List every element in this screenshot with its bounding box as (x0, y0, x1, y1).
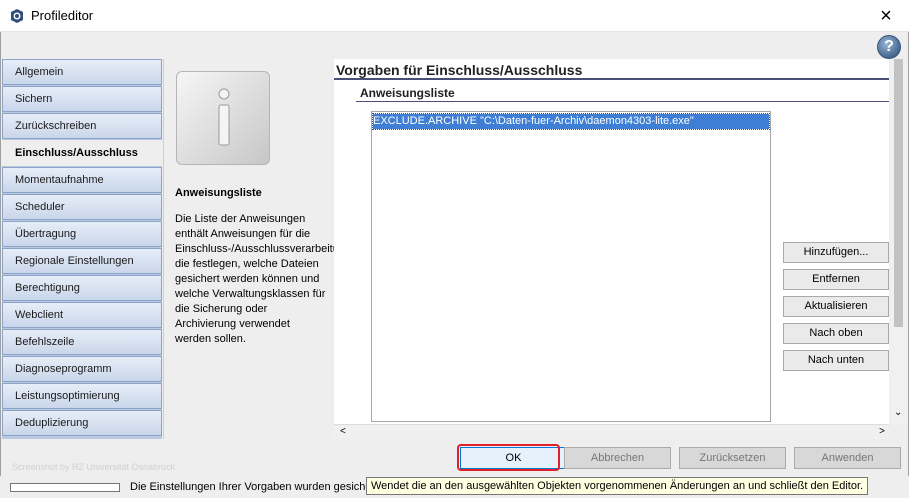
main-content: Vorgaben für Einschluss/Ausschluss Anwei… (334, 59, 889, 439)
remove-button[interactable]: Entfernen (783, 269, 889, 290)
add-button[interactable]: Hinzufügen... (783, 242, 889, 263)
close-button[interactable]: × (863, 0, 909, 32)
section-divider (334, 78, 889, 80)
info-icon (176, 71, 270, 165)
apply-button[interactable]: Anwenden (794, 447, 901, 469)
list-title: Anweisungsliste (360, 86, 455, 100)
sidebar-item-uebertragung[interactable]: Übertragung (2, 221, 162, 247)
sidebar-item-webclient[interactable]: Webclient (2, 302, 162, 328)
sidebar-item-sichern[interactable]: Sichern (2, 86, 162, 112)
move-up-button[interactable]: Nach oben (783, 323, 889, 344)
info-title: Anweisungsliste (175, 187, 262, 199)
update-button[interactable]: Aktualisieren (783, 296, 889, 317)
scroll-right-icon[interactable]: > (879, 425, 885, 439)
progress-bar (10, 483, 120, 492)
sidebar-item-momentaufnahme[interactable]: Momentaufnahme (2, 167, 162, 193)
sidebar-item-regionale-einstellungen[interactable]: Regionale Einstellungen (2, 248, 162, 274)
move-down-button[interactable]: Nach unten (783, 350, 889, 371)
sidebar-item-einschluss-ausschluss[interactable]: Einschluss/Ausschluss (2, 140, 162, 166)
list-title-divider (356, 101, 889, 102)
status-text: Die Einstellungen Ihrer Vorgaben wurden … (130, 481, 372, 493)
window-title: Profileditor (31, 8, 94, 23)
horizontal-scrollbar[interactable]: < > (334, 424, 889, 439)
app-icon (11, 9, 23, 23)
watermark: Screenshot by RZ Universität Osnabrück (12, 462, 176, 472)
info-description: Die Liste der Anweisungen enthält Anweis… (175, 213, 355, 345)
ok-tooltip: Wendet die an den ausgewählten Objekten … (366, 477, 869, 495)
sidebar-item-scheduler[interactable]: Scheduler (2, 194, 162, 220)
help-icon[interactable]: ? (877, 35, 901, 59)
reset-button[interactable]: Zurücksetzen (679, 447, 786, 469)
list-item[interactable]: EXCLUDE.ARCHIVE "C:\Daten-fuer-Archiv\da… (372, 113, 770, 130)
sidebar-item-leistungsoptimierung[interactable]: Leistungsoptimierung (2, 383, 162, 409)
sidebar-item-deduplizierung[interactable]: Deduplizierung (2, 410, 162, 436)
statement-list[interactable]: EXCLUDE.ARCHIVE "C:\Daten-fuer-Archiv\da… (371, 111, 771, 422)
scroll-left-icon[interactable]: < (340, 425, 346, 439)
title-bar: Profileditor × (0, 0, 909, 32)
section-title: Vorgaben für Einschluss/Ausschluss (336, 62, 583, 78)
sidebar-item-befehlszeile[interactable]: Befehlszeile (2, 329, 162, 355)
sidebar-item-berechtigung[interactable]: Berechtigung (2, 275, 162, 301)
cancel-button[interactable]: Abbrechen (564, 447, 671, 469)
sidebar-item-allgemein[interactable]: Allgemein (2, 59, 162, 85)
scrollbar-thumb[interactable] (894, 59, 903, 327)
ok-highlight-frame (457, 444, 560, 471)
sidebar-item-diagnoseprogramm[interactable]: Diagnoseprogramm (2, 356, 162, 382)
info-panel: Anweisungsliste Die Liste der Anweisunge… (163, 59, 355, 439)
sidebar-item-zurueckschreiben[interactable]: Zurückschreiben (2, 113, 162, 139)
sidebar: Allgemein Sichern Zurückschreiben Einsch… (2, 59, 162, 439)
scroll-down-icon[interactable]: ⌄ (894, 407, 902, 418)
vertical-scrollbar[interactable]: ⌄ (890, 59, 907, 424)
